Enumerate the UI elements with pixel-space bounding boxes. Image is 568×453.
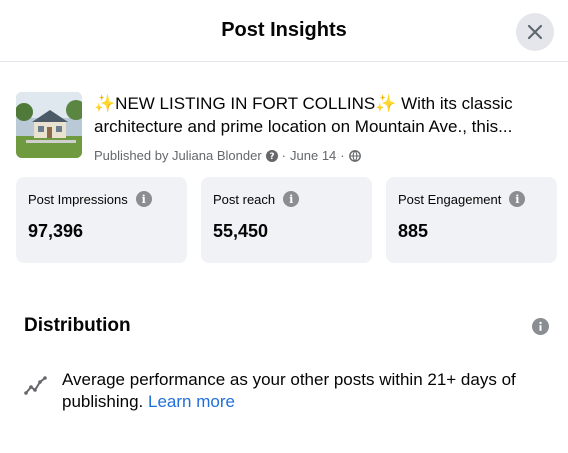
metric-label-text: Post reach — [213, 191, 276, 207]
metric-label: Post Engagement i — [398, 191, 526, 207]
trend-line-icon — [24, 376, 47, 395]
distribution-text: Average performance as your other posts … — [62, 369, 562, 413]
info-icon[interactable]: i — [135, 191, 152, 207]
metric-card-engagement: Post Engagement i 885 — [386, 177, 557, 263]
distribution-row: Average performance as your other posts … — [24, 369, 554, 415]
metric-label-text: Post Impressions — [28, 191, 128, 207]
help-icon[interactable]: ? — [265, 149, 278, 162]
meta-separator: · — [281, 148, 287, 163]
metric-label: Post Impressions i — [28, 191, 152, 207]
post-date[interactable]: June 14 — [290, 148, 336, 163]
metrics-row: Post Impressions i 97,396 Post reach i 5… — [16, 177, 558, 263]
info-icon[interactable]: i — [509, 191, 526, 207]
globe-icon — [348, 149, 361, 162]
svg-text:?: ? — [269, 152, 274, 162]
dialog-header: Post Insights — [0, 0, 568, 62]
distribution-description: Average performance as your other posts … — [62, 370, 516, 411]
metric-label-text: Post Engagement — [398, 191, 502, 207]
dialog-title: Post Insights — [221, 19, 347, 41]
metric-label: Post reach i — [213, 191, 300, 207]
post-text[interactable]: ✨NEW LISTING IN FORT COLLINS✨ With its c… — [94, 92, 556, 138]
metric-value: 885 — [398, 221, 429, 241]
metric-value: 97,396 — [28, 221, 84, 241]
metric-value: 55,450 — [213, 221, 269, 241]
post-thumbnail[interactable] — [16, 92, 82, 158]
post-meta: Published by Juliana Blonder ? · June 14… — [94, 148, 361, 163]
distribution-title: Distribution — [24, 315, 131, 336]
info-icon[interactable]: i — [283, 191, 300, 207]
publisher-label: Published by Juliana Blonder — [94, 148, 262, 163]
close-button[interactable] — [516, 13, 554, 51]
learn-more-link[interactable]: Learn more — [148, 392, 235, 411]
close-icon — [527, 24, 543, 40]
metric-card-reach: Post reach i 55,450 — [201, 177, 372, 263]
metric-card-impressions: Post Impressions i 97,396 — [16, 177, 187, 263]
meta-separator: · — [340, 148, 345, 163]
house-photo-thumbnail — [16, 92, 82, 158]
post-preview[interactable]: ✨NEW LISTING IN FORT COLLINS✨ With its c… — [16, 92, 556, 164]
distribution-info-icon[interactable] — [532, 318, 549, 335]
